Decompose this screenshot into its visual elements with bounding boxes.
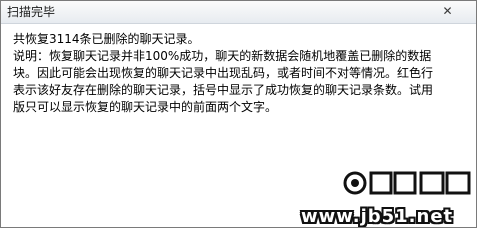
close-icon[interactable]: ✕ [441,5,454,18]
recovery-summary-text: 共恢复3114条已删除的聊天记录。 [13,32,200,46]
explanation-line: 版只可以显示恢复的聊天记录中的前面两个文字。 [13,100,278,114]
explanation-line: 表示该好友存在删除的聊天记录，括号中显示了成功恢复的聊天记录条数。试用 [13,83,434,97]
explanation-line: 说明：恢复聊天记录并非100%成功，聊天的新数据会随机地覆盖已删除的数据 [13,49,432,63]
title-bar: 扫描完毕 ✕ [1,1,476,24]
explanation-line: 块。因此可能会出现恢复的聊天记录中出现乱码，或者时间不对等情况。红色行 [13,66,434,80]
scan-complete-dialog: 扫描完毕 ✕ 共恢复3114条已删除的聊天记录。 说明：恢复聊天记录并非100%… [0,0,477,228]
dialog-title: 扫描完毕 [7,5,56,19]
explanation-text: 说明：恢复聊天记录并非100%成功，聊天的新数据会随机地覆盖已删除的数据 块。因… [13,48,473,116]
